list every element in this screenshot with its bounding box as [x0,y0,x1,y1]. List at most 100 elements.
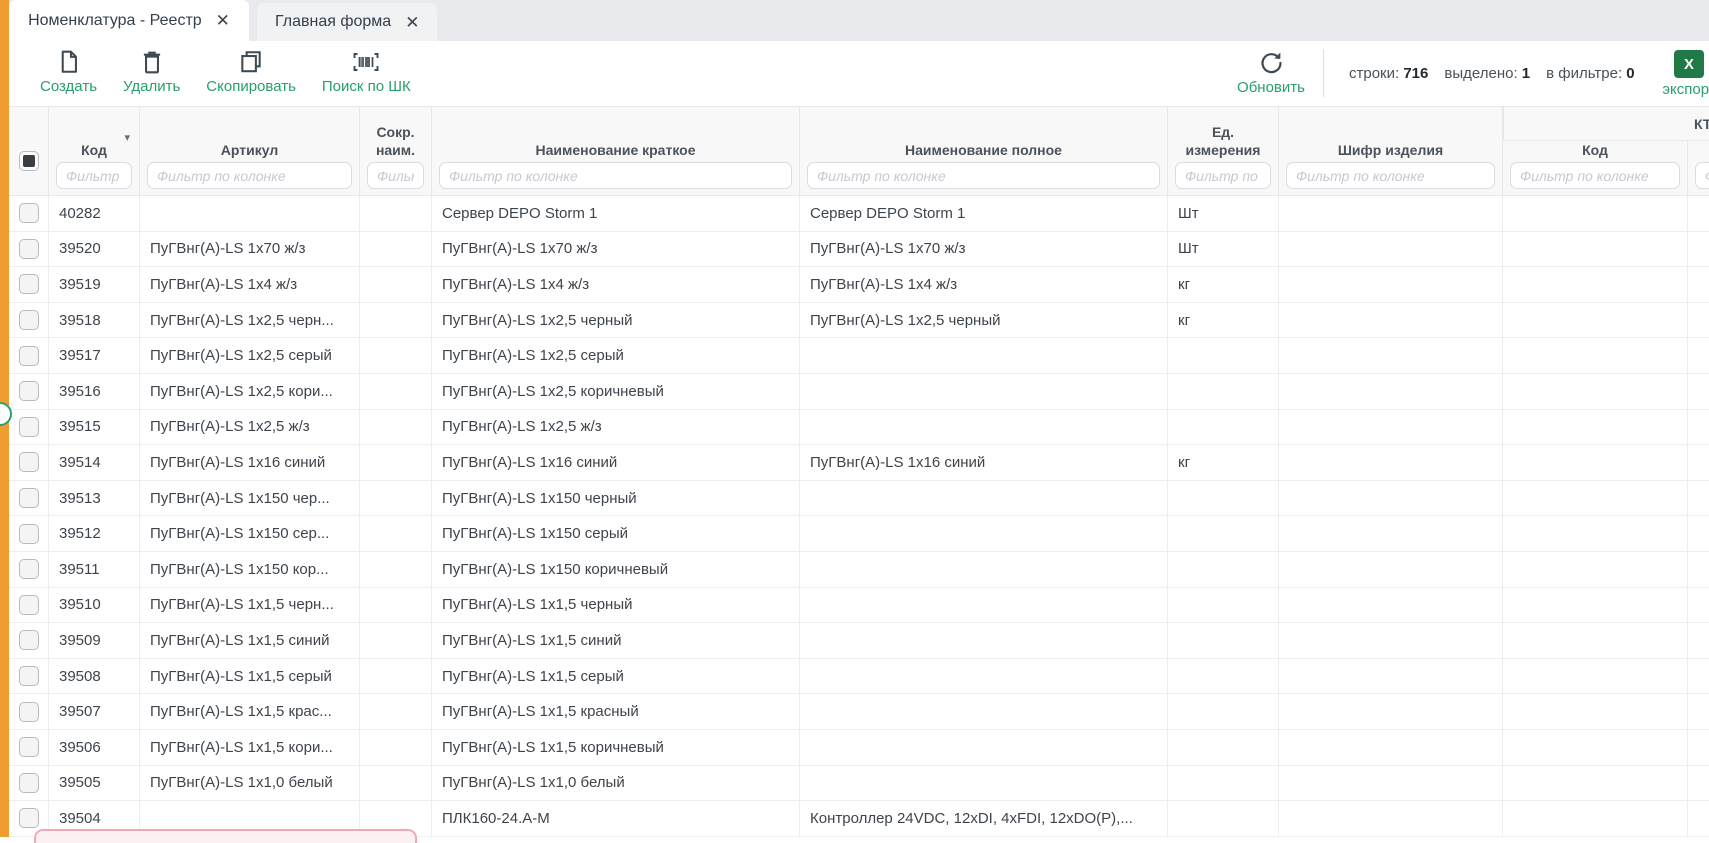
cell-select [9,766,49,801]
table-row[interactable]: 39519ПуГВнг(А)-LS 1х4 ж/зПуГВнг(А)-LS 1х… [9,267,1709,303]
cell-article: ПуГВнг(А)-LS 1х150 кор... [140,552,360,587]
row-checkbox[interactable] [19,666,39,686]
column-filter-input-abbr[interactable] [367,162,424,189]
table-header: ▾КодАртикулСокр. наим.Наименование кратк… [9,106,1709,196]
column-filter-input-unit[interactable] [1175,162,1271,189]
row-checkbox[interactable] [19,488,39,508]
row-checkbox[interactable] [19,595,39,615]
sort-desc-icon[interactable]: ▾ [124,131,130,144]
column-filter-input-cipher[interactable] [1286,162,1495,189]
row-checkbox[interactable] [19,808,39,828]
close-icon[interactable]: ✕ [405,14,419,31]
excel-export-button[interactable]: X экспорт [1661,50,1709,98]
cell-ktru_code [1503,516,1688,551]
cell-cipher [1279,267,1503,302]
row-checkbox[interactable] [19,630,39,650]
close-icon[interactable]: ✕ [216,12,230,29]
column-header-select [9,107,49,195]
cell-ktru_extra [1688,694,1709,729]
table-row[interactable]: 39514ПуГВнг(А)-LS 1х16 синийПуГВнг(А)-LS… [9,445,1709,481]
row-checkbox[interactable] [19,702,39,722]
cell-name_full [800,338,1168,373]
cell-name_short: ПуГВнг(А)-LS 1х1,5 коричневый [432,730,800,765]
column-filter-input-name_short[interactable] [439,162,792,189]
tab-main-form[interactable]: Главная форма ✕ [257,3,437,41]
table-row[interactable]: 39507ПуГВнг(А)-LS 1х1,5 крас...ПуГВнг(А)… [9,694,1709,730]
delete-button-label: Удалить [123,78,180,95]
create-button[interactable]: Создать [27,47,110,97]
cell-name_short: ПуГВнг(А)-LS 1х2,5 ж/з [432,410,800,445]
barcode-search-button[interactable]: Поиск по ШК [309,47,424,97]
row-checkbox[interactable] [19,203,39,223]
cell-name_full [800,659,1168,694]
row-checkbox[interactable] [19,773,39,793]
cell-article: ПуГВнг(А)-LS 1х16 синий [140,445,360,480]
table-row[interactable]: 39510ПуГВнг(А)-LS 1х1,5 черн...ПуГВнг(А)… [9,588,1709,624]
table-row[interactable]: 40282Сервер DEPO Storm 1Сервер DEPO Stor… [9,196,1709,232]
table-row[interactable]: 39517ПуГВнг(А)-LS 1х2,5 серыйПуГВнг(А)-L… [9,338,1709,374]
column-filter-input-code[interactable] [56,162,132,189]
table-row[interactable]: 39506ПуГВнг(А)-LS 1х1,5 кори...ПуГВнг(А)… [9,730,1709,766]
copy-button[interactable]: Скопировать [193,47,309,97]
cell-cipher [1279,481,1503,516]
cell-name_full: ПуГВнг(А)-LS 1х2,5 черный [800,303,1168,338]
tab-nomenclature-registry[interactable]: Номенклатура - Реестр ✕ [9,0,249,41]
cell-ktru_code [1503,801,1688,836]
column-header-article[interactable]: Артикул [140,107,360,195]
select-all-checkbox[interactable] [19,151,39,171]
cell-abbr [360,303,432,338]
column-header-cipher[interactable]: Шифр изделия [1279,107,1503,195]
table-row[interactable]: 39515ПуГВнг(А)-LS 1х2,5 ж/зПуГВнг(А)-LS … [9,410,1709,446]
table-row[interactable]: 39513ПуГВнг(А)-LS 1х150 чер...ПуГВнг(А)-… [9,481,1709,517]
table-row[interactable]: 39505ПуГВнг(А)-LS 1х1,0 белыйПуГВнг(А)-L… [9,766,1709,802]
refresh-button[interactable]: Обновить [1221,47,1321,98]
row-checkbox[interactable] [19,274,39,294]
cell-ktru_extra [1688,481,1709,516]
column-filter-input-name_full[interactable] [807,162,1160,189]
selected-row-highlight [34,829,417,843]
column-header-name_full[interactable]: Наименование полное [800,107,1168,195]
cell-article: ПуГВнг(А)-LS 1х2,5 черн... [140,303,360,338]
cell-name_short: ПуГВнг(А)-LS 1х150 серый [432,516,800,551]
column-header-unit[interactable]: Ед. измерения [1168,107,1279,195]
cell-ktru_code [1503,303,1688,338]
row-checkbox[interactable] [19,559,39,579]
delete-button[interactable]: Удалить [110,47,193,97]
cell-name_full [800,552,1168,587]
cell-ktru_extra [1688,588,1709,623]
table-row[interactable]: 39512ПуГВнг(А)-LS 1х150 сер...ПуГВнг(А)-… [9,516,1709,552]
row-checkbox[interactable] [19,417,39,437]
column-filter-input-ktru_extra[interactable] [1695,162,1709,189]
cell-unit: Шт [1168,196,1279,231]
table-row[interactable]: 39516ПуГВнг(А)-LS 1х2,5 кори...ПуГВнг(А)… [9,374,1709,410]
cell-abbr [360,267,432,302]
table-row[interactable]: 39518ПуГВнг(А)-LS 1х2,5 черн...ПуГВнг(А)… [9,303,1709,339]
row-checkbox[interactable] [19,524,39,544]
row-checkbox[interactable] [19,452,39,472]
cell-select [9,410,49,445]
column-filter-input-article[interactable] [147,162,352,189]
column-header-abbr[interactable]: Сокр. наим. [360,107,432,195]
cell-article: ПуГВнг(А)-LS 1х1,5 синий [140,623,360,658]
cell-code: 39513 [49,481,140,516]
export-label: экспорт [1662,81,1709,98]
cell-ktru_code [1503,659,1688,694]
cell-article: ПуГВнг(А)-LS 1х1,5 крас... [140,694,360,729]
tab-bar: Номенклатура - Реестр ✕ Главная форма ✕ [9,0,1709,41]
table-row[interactable]: 39520ПуГВнг(А)-LS 1х70 ж/зПуГВнг(А)-LS 1… [9,232,1709,268]
table-row[interactable]: 39508ПуГВнг(А)-LS 1х1,5 серыйПуГВнг(А)-L… [9,659,1709,695]
cell-unit: кг [1168,445,1279,480]
row-checkbox[interactable] [19,737,39,757]
row-checkbox[interactable] [19,381,39,401]
row-checkbox[interactable] [19,239,39,259]
table-row[interactable]: 39509ПуГВнг(А)-LS 1х1,5 синийПуГВнг(А)-L… [9,623,1709,659]
cell-article: ПуГВнг(А)-LS 1х2,5 ж/з [140,410,360,445]
cell-select [9,267,49,302]
row-checkbox[interactable] [19,310,39,330]
row-checkbox[interactable] [19,346,39,366]
table-row[interactable]: 39511ПуГВнг(А)-LS 1х150 кор...ПуГВнг(А)-… [9,552,1709,588]
column-header-code[interactable]: ▾Код [49,107,140,195]
cell-ktru_extra [1688,267,1709,302]
column-filter-input-ktru_code[interactable] [1510,162,1680,189]
column-header-name_short[interactable]: Наименование краткое [432,107,800,195]
